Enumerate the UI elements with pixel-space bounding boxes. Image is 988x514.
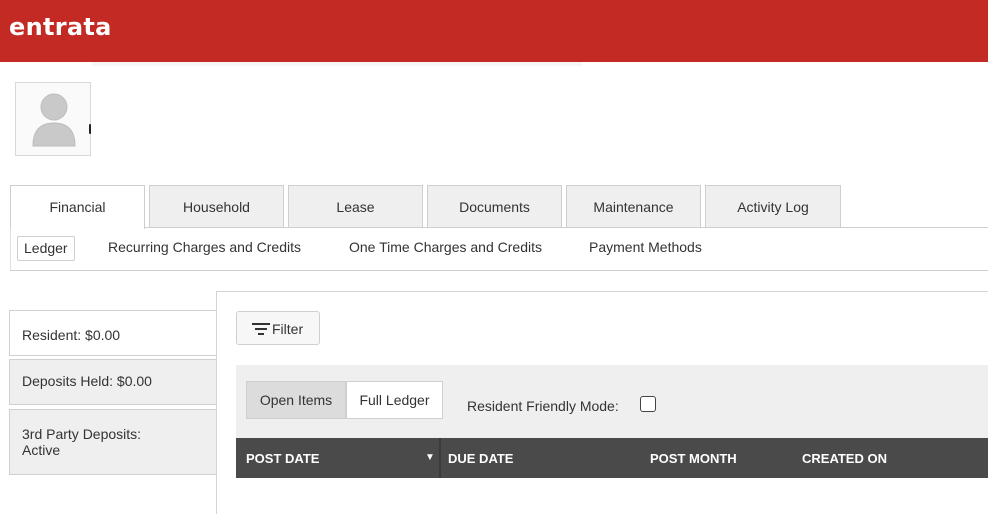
tab-documents[interactable]: Documents (427, 185, 562, 228)
financial-subnav: Ledger Recurring Charges and Credits One… (10, 228, 988, 271)
column-created-on[interactable]: CREATED ON (802, 451, 887, 466)
sidebar-deposits-label: Deposits Held: $0.00 (22, 373, 152, 389)
filter-button[interactable]: Filter (236, 311, 320, 345)
filter-lines-icon (252, 323, 270, 335)
sidebar-third-party-deposits[interactable]: 3rd Party Deposits: Active (9, 409, 217, 475)
subnav-one-time-charges[interactable]: One Time Charges and Credits (349, 236, 542, 261)
user-silhouette-icon (32, 93, 76, 147)
column-due-date[interactable]: DUE DATE (448, 451, 513, 466)
column-post-date[interactable]: POST DATE (246, 451, 319, 466)
caret-down-icon[interactable]: ▼ (425, 452, 435, 463)
tab-financial[interactable]: Financial (10, 185, 145, 229)
sidebar-third-party-status: Active (22, 442, 61, 458)
ledger-toolbar: Open Items Full Ledger Resident Friendly… (236, 365, 988, 438)
open-items-toggle[interactable]: Open Items (246, 381, 346, 419)
subnav-payment-methods[interactable]: Payment Methods (589, 236, 702, 261)
full-ledger-toggle[interactable]: Full Ledger (346, 381, 443, 419)
tab-maintenance[interactable]: Maintenance (566, 185, 701, 228)
resident-name-fragment (89, 124, 91, 134)
tab-activity-log[interactable]: Activity Log (705, 185, 841, 228)
subnav-ledger[interactable]: Ledger (17, 236, 75, 261)
ledger-table-header: POST DATE ▼ DUE DATE POST MONTH CREATED … (236, 438, 988, 478)
ledger-panel-border-left (216, 291, 217, 514)
column-divider (439, 438, 441, 478)
top-header-bar: entrata (0, 0, 988, 62)
filter-label: Filter (272, 321, 304, 337)
sidebar-third-party-label: 3rd Party Deposits: (22, 426, 142, 442)
ledger-panel-border-top (216, 291, 988, 292)
resident-avatar[interactable] (15, 82, 91, 156)
header-underline (92, 62, 582, 66)
resident-friendly-mode-checkbox[interactable] (640, 396, 656, 412)
subnav-recurring-charges[interactable]: Recurring Charges and Credits (108, 236, 301, 261)
sidebar-resident-label: Resident: $0.00 (22, 327, 121, 343)
tab-lease[interactable]: Lease (288, 185, 423, 228)
resident-friendly-mode-label: Resident Friendly Mode: (467, 398, 619, 414)
sidebar-resident-balance[interactable]: Resident: $0.00 (9, 310, 217, 356)
entrata-logo[interactable]: entrata (9, 13, 112, 41)
sidebar-deposits-held[interactable]: Deposits Held: $0.00 (9, 359, 217, 405)
column-post-month[interactable]: POST MONTH (650, 451, 737, 466)
tab-household[interactable]: Household (149, 185, 284, 228)
